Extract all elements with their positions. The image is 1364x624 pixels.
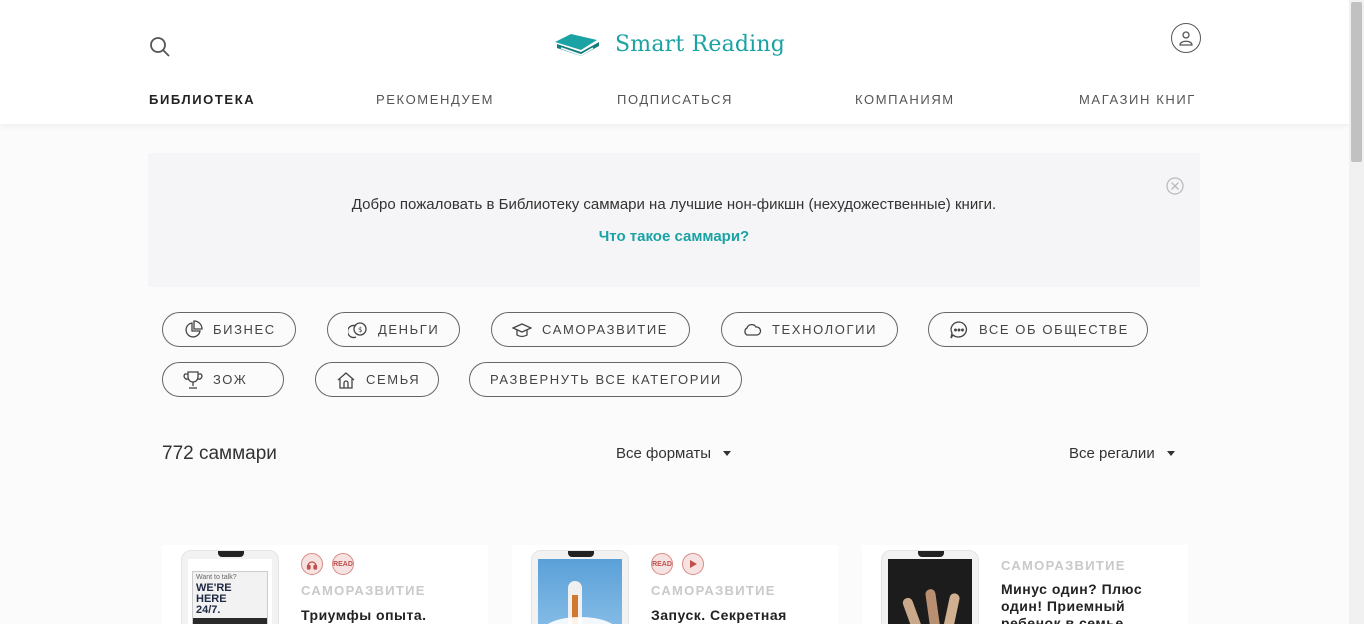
format-filter-dropdown[interactable]: Все форматы	[616, 445, 732, 462]
category-label: СЕМЬЯ	[366, 372, 421, 387]
cloud-icon	[744, 323, 762, 336]
expand-all-categories-button[interactable]: РАЗВЕРНУТЬ ВСЕ КАТЕГОРИИ	[469, 362, 742, 397]
svg-text:$: $	[358, 326, 364, 334]
nav-item-recommend[interactable]: РЕКОМЕНДУЕМ	[376, 92, 494, 107]
card-title: Минус один? Плюс один! Приемный ребенок …	[1001, 581, 1143, 624]
category-society[interactable]: ВСЕ ОБ ОБЩЕСТВЕ	[928, 312, 1148, 347]
category-self-development[interactable]: САМОРАЗВИТИЕ	[491, 312, 690, 347]
book-cover	[531, 550, 629, 624]
read-format-badge: READ	[651, 553, 673, 575]
logo-book-icon	[555, 34, 599, 56]
book-cover: Want to talk? WE'RE HERE 24/7.	[181, 550, 279, 624]
book-cover	[881, 550, 979, 624]
category-label: ДЕНЬГИ	[378, 322, 440, 337]
page-scrollbar[interactable]	[1349, 0, 1364, 624]
category-label: ТЕХНОЛОГИИ	[772, 322, 878, 337]
card-category: САМОРАЗВИТИЕ	[301, 583, 426, 598]
logo[interactable]: Smart Reading	[553, 28, 785, 60]
search-icon[interactable]	[148, 35, 172, 59]
category-healthy-lifestyle[interactable]: ЗОЖ	[162, 362, 284, 397]
welcome-banner: Добро пожаловать в Библиотеку саммари на…	[148, 153, 1200, 287]
nav-item-library[interactable]: БИБЛИОТЕКА	[149, 92, 255, 107]
close-icon[interactable]	[1166, 177, 1184, 195]
category-family[interactable]: СЕМЬЯ	[315, 362, 439, 397]
category-technology[interactable]: ТЕХНОЛОГИИ	[721, 312, 898, 347]
site-header: Smart Reading БИБЛИОТЕКА РЕКОМЕНДУЕМ ПОД…	[0, 0, 1349, 124]
cover-text: 24/7.	[196, 604, 221, 616]
nav-item-companies[interactable]: КОМПАНИЯМ	[855, 92, 955, 107]
welcome-text: Добро пожаловать в Библиотеку саммари на…	[351, 196, 997, 213]
graduation-cap-icon	[512, 322, 532, 337]
card-category: САМОРАЗВИТИЕ	[1001, 558, 1126, 573]
what-is-summary-link[interactable]: Что такое саммари?	[148, 228, 1200, 245]
category-label: ВСЕ ОБ ОБЩЕСТВЕ	[979, 322, 1129, 337]
category-money[interactable]: $ ДЕНЬГИ	[327, 312, 460, 347]
category-label: САМОРАЗВИТИЕ	[542, 322, 669, 337]
coins-icon: $	[348, 321, 367, 338]
category-label: РАЗВЕРНУТЬ ВСЕ КАТЕГОРИИ	[490, 372, 722, 387]
logo-text: Smart Reading	[615, 31, 786, 57]
trophy-icon	[183, 370, 203, 389]
format-filter-label: Все форматы	[616, 445, 712, 462]
category-label: БИЗНЕС	[213, 322, 276, 337]
cover-text: WE'RE HERE	[196, 582, 232, 605]
scrollbar-thumb[interactable]	[1351, 2, 1362, 162]
chat-bubble-icon	[950, 320, 968, 338]
house-icon	[337, 371, 355, 389]
category-label: ЗОЖ	[213, 372, 248, 387]
audio-icon	[301, 553, 323, 575]
book-card[interactable]: READ САМОРАЗВИТИЕ Запуск. Секретная	[512, 545, 838, 624]
nav-item-bookstore[interactable]: МАГАЗИН КНИГ	[1079, 92, 1196, 107]
user-account-icon[interactable]	[1171, 23, 1201, 53]
book-card[interactable]: САМОРАЗВИТИЕ Минус один? Плюс один! Прие…	[862, 545, 1188, 624]
chevron-down-icon	[1166, 451, 1175, 456]
read-format-badge: READ	[332, 553, 354, 575]
card-title: Запуск. Секретная	[651, 607, 787, 623]
video-icon	[682, 553, 704, 575]
book-card[interactable]: Want to talk? WE'RE HERE 24/7. READ САМО…	[162, 545, 488, 624]
chevron-down-icon	[723, 451, 732, 456]
summary-count: 772 саммари	[162, 443, 277, 464]
card-category: САМОРАЗВИТИЕ	[651, 583, 776, 598]
category-business[interactable]: БИЗНЕС	[162, 312, 296, 347]
regalia-filter-label: Все регалии	[1069, 445, 1155, 462]
nav-item-subscribe[interactable]: ПОДПИСАТЬСЯ	[617, 92, 733, 107]
card-title: Триумфы опыта.	[301, 607, 427, 623]
main-nav: БИБЛИОТЕКА РЕКОМЕНДУЕМ ПОДПИСАТЬСЯ КОМПА…	[149, 92, 1201, 110]
regalia-filter-dropdown[interactable]: Все регалии	[1069, 445, 1175, 462]
pie-chart-icon	[185, 319, 203, 337]
